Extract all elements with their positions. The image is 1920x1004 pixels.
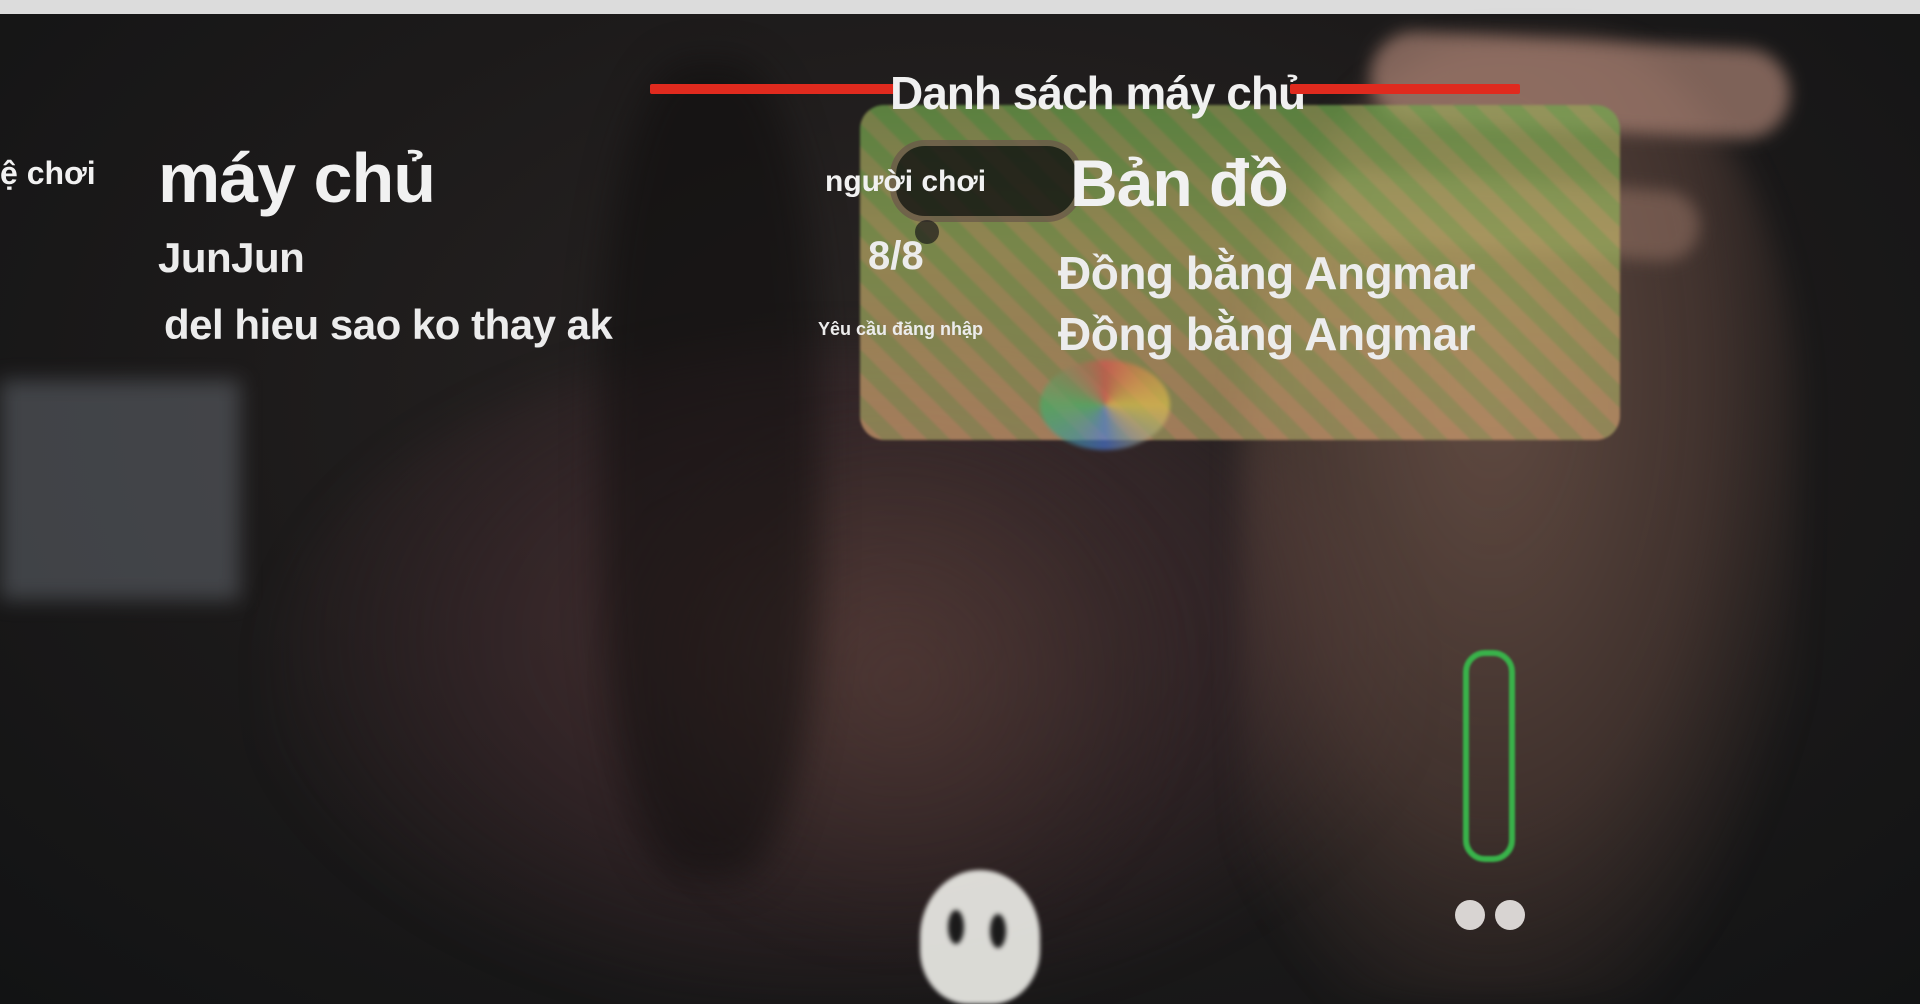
background-reflection-shelf <box>0 380 240 600</box>
column-header-players[interactable]: người chơi <box>825 165 986 199</box>
column-header-server[interactable]: máy chủ <box>158 138 436 218</box>
server-map: Đồng bằng Angmar <box>1058 308 1476 360</box>
server-row[interactable]: JunJun 8/8 Đồng bằng Angmar <box>158 234 1476 299</box>
cartoon-mouse-reflection <box>920 870 1040 1004</box>
server-login-required-note: Yêu cầu đăng nhập <box>818 319 984 339</box>
server-row[interactable]: del hieu sao ko thay ak Yêu cầu đăng nhậ… <box>158 301 1476 360</box>
server-name: JunJun <box>158 234 305 281</box>
page-title: Danh sách máy chủ <box>890 67 1306 119</box>
background-reflection-face <box>620 420 1180 940</box>
cartoon-mouse-eye <box>948 910 964 944</box>
header-accent-line-left <box>650 84 895 94</box>
header-accent-line-right <box>1290 84 1520 94</box>
flower-sticker-reflection <box>1040 360 1170 450</box>
server-player-count: 8/8 <box>868 234 924 278</box>
keychain-bead <box>1495 900 1525 930</box>
keychain-clip <box>1463 650 1515 862</box>
column-header-partial[interactable]: ệ chơi <box>0 155 96 192</box>
keychain-bead <box>1455 900 1485 930</box>
background-reflection-hair <box>600 60 820 880</box>
column-header-map[interactable]: Bản đồ <box>1070 145 1289 221</box>
server-map: Đồng bằng Angmar <box>1058 247 1476 299</box>
server-name: del hieu sao ko thay ak <box>164 301 613 348</box>
window-top-strip <box>0 0 1920 14</box>
server-list-header: Danh sách máy chủ <box>650 67 1520 119</box>
cartoon-mouse-eye <box>990 914 1006 948</box>
keychain-reflection <box>1455 620 1525 930</box>
